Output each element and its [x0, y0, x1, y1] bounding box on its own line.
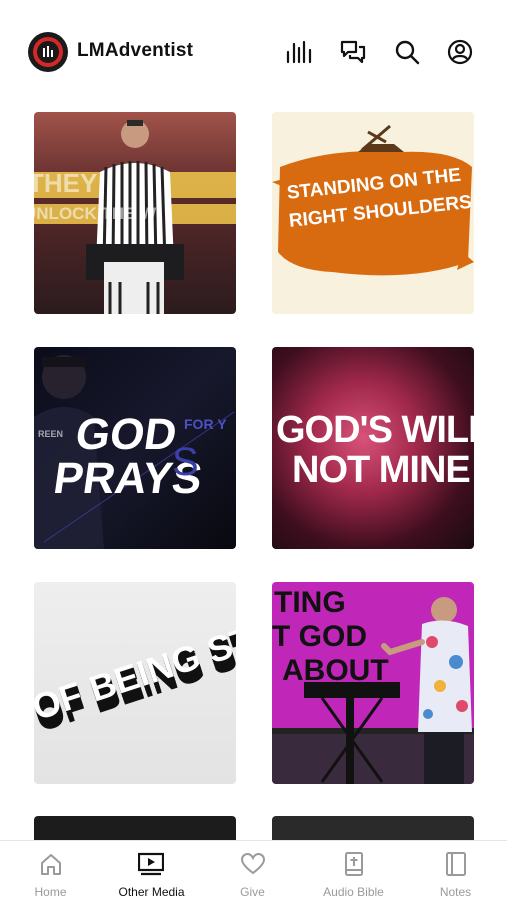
tile-title-line: OF BEING ST	[34, 618, 236, 729]
notes-icon	[446, 852, 466, 876]
tile-title-line: ABOUT	[282, 654, 389, 687]
tab-label: Audio Bible	[323, 885, 384, 899]
tile-title-line: GOD'S WILL	[276, 409, 474, 451]
tab-label: Notes	[439, 885, 472, 899]
app-header: LMAdventist	[0, 0, 507, 100]
media-tile[interactable]: STANDING ON THE RIGHT SHOULDERS	[272, 112, 474, 314]
equalizer-icon[interactable]	[285, 38, 313, 66]
media-tile[interactable]: OF BEING ST	[34, 582, 236, 784]
search-icon[interactable]	[393, 38, 421, 66]
media-tile[interactable]: TING T GOD ABOUT	[272, 582, 474, 784]
tab-label: Home	[34, 885, 67, 899]
video-player-icon	[138, 852, 164, 876]
heart-icon	[240, 852, 266, 875]
tile-title-line: T GOD	[272, 620, 367, 653]
tile-title-line: THEY	[34, 168, 98, 198]
tile-title-line: FOR Y	[184, 416, 227, 432]
bible-icon	[345, 852, 363, 876]
tile-title-line: UNLOCK THE W	[34, 204, 157, 223]
tab-notes[interactable]: Notes	[405, 841, 506, 900]
tile-title-line: NOT MINE	[292, 449, 471, 491]
logo-mark-icon	[43, 46, 53, 57]
tab-audio-bible[interactable]: Audio Bible	[303, 841, 404, 900]
home-icon	[41, 854, 61, 875]
tab-home[interactable]: Home	[0, 841, 101, 900]
tile-title-line: S	[172, 440, 199, 484]
bottom-tab-bar: Home Other Media Give Audio Bible Notes	[0, 840, 507, 900]
tab-label: Give	[240, 885, 265, 899]
tile-title-line: TING	[274, 586, 346, 619]
tab-other-media[interactable]: Other Media	[101, 841, 202, 900]
app-title: LMAdventist	[77, 40, 194, 61]
chat-bubbles-icon[interactable]	[339, 38, 367, 66]
app-logo[interactable]	[28, 32, 68, 72]
media-tile[interactable]: GOD'S WILL NOT MINE	[272, 347, 474, 549]
tab-give[interactable]: Give	[202, 841, 303, 900]
tile-title-line: GOD	[72, 410, 180, 459]
media-tile[interactable]: THEY UNLOCK THE W	[34, 112, 236, 314]
account-icon[interactable]	[446, 38, 474, 66]
media-tile[interactable]: REEN GOD PRAYS FOR Y S	[34, 347, 236, 549]
tab-label: Other Media	[118, 885, 185, 899]
